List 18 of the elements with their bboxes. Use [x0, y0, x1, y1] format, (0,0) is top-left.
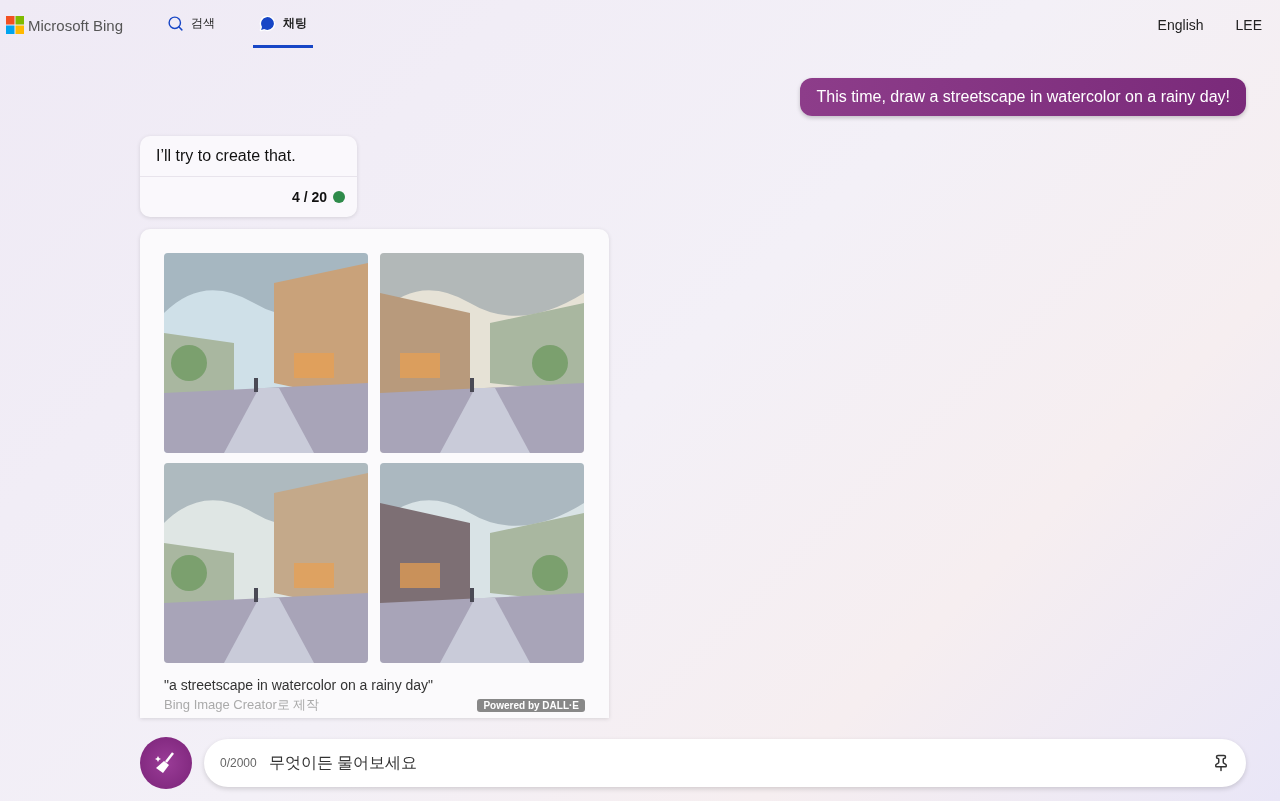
new-topic-button[interactable]	[140, 737, 192, 789]
user-message: This time, draw a streetscape in watercolor on a rainy day!	[800, 78, 1246, 116]
nav-tab[interactable]: 채팅	[253, 2, 314, 48]
image-caption: "a streetscape in watercolor on a rainy day"	[164, 677, 435, 693]
brand-name: Microsoft Bing	[28, 16, 124, 34]
language-link[interactable]: English	[1151, 16, 1210, 34]
pin-icon[interactable]	[1212, 754, 1230, 772]
logo-icon	[6, 16, 24, 34]
search-icon	[167, 15, 185, 32]
user-link[interactable]: LEE	[1229, 16, 1268, 34]
chat-input[interactable]: 0/2000 무엇이든 물어보세요	[204, 739, 1246, 787]
model-badge: Powered by DALL·E	[477, 698, 585, 712]
credit-text: Bing Image Creator로 제작	[164, 696, 320, 714]
char-counter: 0/2000	[220, 756, 257, 770]
turn-counter: 4 / 20	[291, 189, 327, 205]
nav-tab[interactable]: 검색	[161, 2, 222, 48]
message-text: I’ll try to create that.	[140, 136, 357, 177]
chat-icon	[259, 15, 277, 32]
